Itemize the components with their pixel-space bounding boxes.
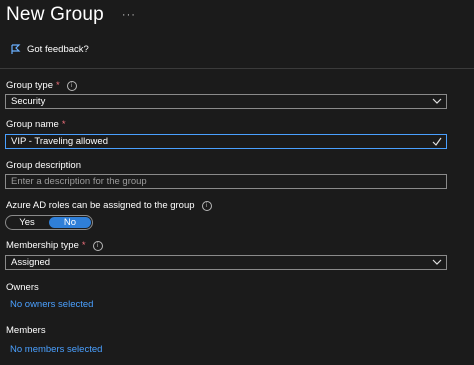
toggle-no-option[interactable]: No (49, 217, 91, 228)
feedback-link[interactable]: Got feedback? (10, 44, 89, 55)
group-type-label: Group type * i (6, 80, 77, 91)
azure-ad-roles-label-text: Azure AD roles can be assigned to the gr… (6, 200, 195, 211)
azure-ad-roles-toggle[interactable]: Yes No (5, 215, 93, 230)
toggle-yes-option[interactable]: Yes (6, 216, 48, 229)
group-name-input[interactable]: VIP - Traveling allowed (5, 134, 447, 149)
members-label-text: Members (6, 325, 46, 336)
membership-type-dropdown[interactable]: Assigned (5, 255, 447, 270)
members-link[interactable]: No members selected (10, 344, 102, 355)
new-group-panel: New Group ··· Got feedback? Group type *… (0, 0, 474, 365)
checkmark-icon (432, 137, 442, 146)
owners-label-text: Owners (6, 282, 39, 293)
header: New Group ··· (6, 2, 136, 28)
info-icon[interactable]: i (92, 240, 103, 251)
required-asterisk: * (81, 240, 86, 251)
info-icon[interactable]: i (201, 200, 212, 211)
group-description-placeholder: Enter a description for the group (11, 176, 147, 187)
feedback-icon (11, 44, 21, 54)
group-type-label-text: Group type (6, 80, 53, 91)
group-name-label: Group name * (6, 119, 66, 130)
owners-label: Owners (6, 282, 39, 293)
group-name-label-text: Group name (6, 119, 59, 130)
chevron-down-icon (432, 259, 442, 265)
members-label: Members (6, 325, 46, 336)
azure-ad-roles-label: Azure AD roles can be assigned to the gr… (6, 200, 212, 211)
chevron-down-icon (432, 98, 442, 104)
membership-type-label-text: Membership type (6, 240, 79, 251)
more-options-icon[interactable]: ··· (122, 9, 136, 21)
group-name-value: VIP - Traveling allowed (11, 136, 108, 147)
group-type-value: Security (11, 96, 46, 107)
required-asterisk: * (61, 119, 66, 130)
group-description-label-text: Group description (6, 160, 81, 171)
group-type-dropdown[interactable]: Security (5, 94, 447, 109)
membership-type-value: Assigned (11, 257, 51, 268)
membership-type-label: Membership type * i (6, 240, 103, 251)
owners-link[interactable]: No owners selected (10, 299, 93, 310)
feedback-label: Got feedback? (27, 44, 89, 55)
group-description-input[interactable]: Enter a description for the group (5, 174, 447, 189)
info-icon[interactable]: i (66, 80, 77, 91)
page-title: New Group (6, 4, 104, 25)
group-description-label: Group description (6, 160, 81, 171)
required-asterisk: * (56, 80, 60, 91)
divider (0, 68, 474, 69)
